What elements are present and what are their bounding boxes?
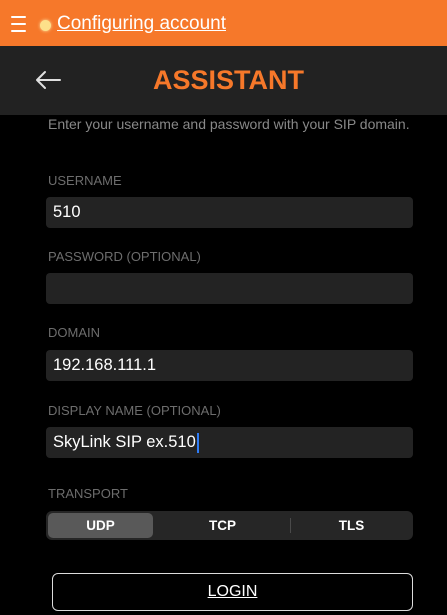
transport-option-udp[interactable]: UDP <box>46 511 155 540</box>
username-label: USERNAME <box>48 173 122 188</box>
transport-option-tls[interactable]: TLS <box>290 511 413 540</box>
login-button-label: LOGIN <box>207 583 258 600</box>
status-led-icon <box>40 20 51 31</box>
username-input[interactable] <box>46 197 413 228</box>
instructions-text: Enter your username and password with yo… <box>48 116 410 132</box>
assistant-header: ASSISTANT <box>0 46 447 115</box>
transport-option-tcp[interactable]: TCP <box>155 511 290 540</box>
transport-label: TRANSPORT <box>48 486 128 501</box>
display-name-input[interactable]: SkyLink SIP ex.510 <box>46 427 413 458</box>
password-label: PASSWORD (OPTIONAL) <box>48 249 201 264</box>
transport-option-label: TCP <box>209 518 236 533</box>
display-name-value: SkyLink SIP ex.510 <box>53 433 196 451</box>
text-cursor <box>196 432 199 453</box>
status-bar: Configuring account <box>0 0 447 46</box>
segment-divider <box>290 518 291 533</box>
back-arrow-icon[interactable] <box>34 70 62 90</box>
domain-input[interactable] <box>46 350 413 381</box>
page-title: ASSISTANT <box>153 65 305 95</box>
domain-label: DOMAIN <box>48 325 100 340</box>
display-name-label: DISPLAY NAME (OPTIONAL) <box>48 403 221 418</box>
login-button[interactable]: LOGIN <box>52 573 413 611</box>
account-status-link[interactable]: Configuring account <box>57 13 226 35</box>
transport-option-label: TLS <box>338 518 365 533</box>
transport-segmented-control: UDP TCP TLS <box>46 511 413 540</box>
password-input[interactable] <box>46 273 413 304</box>
transport-option-label: UDP <box>86 518 115 533</box>
hamburger-menu-icon[interactable] <box>11 16 26 32</box>
